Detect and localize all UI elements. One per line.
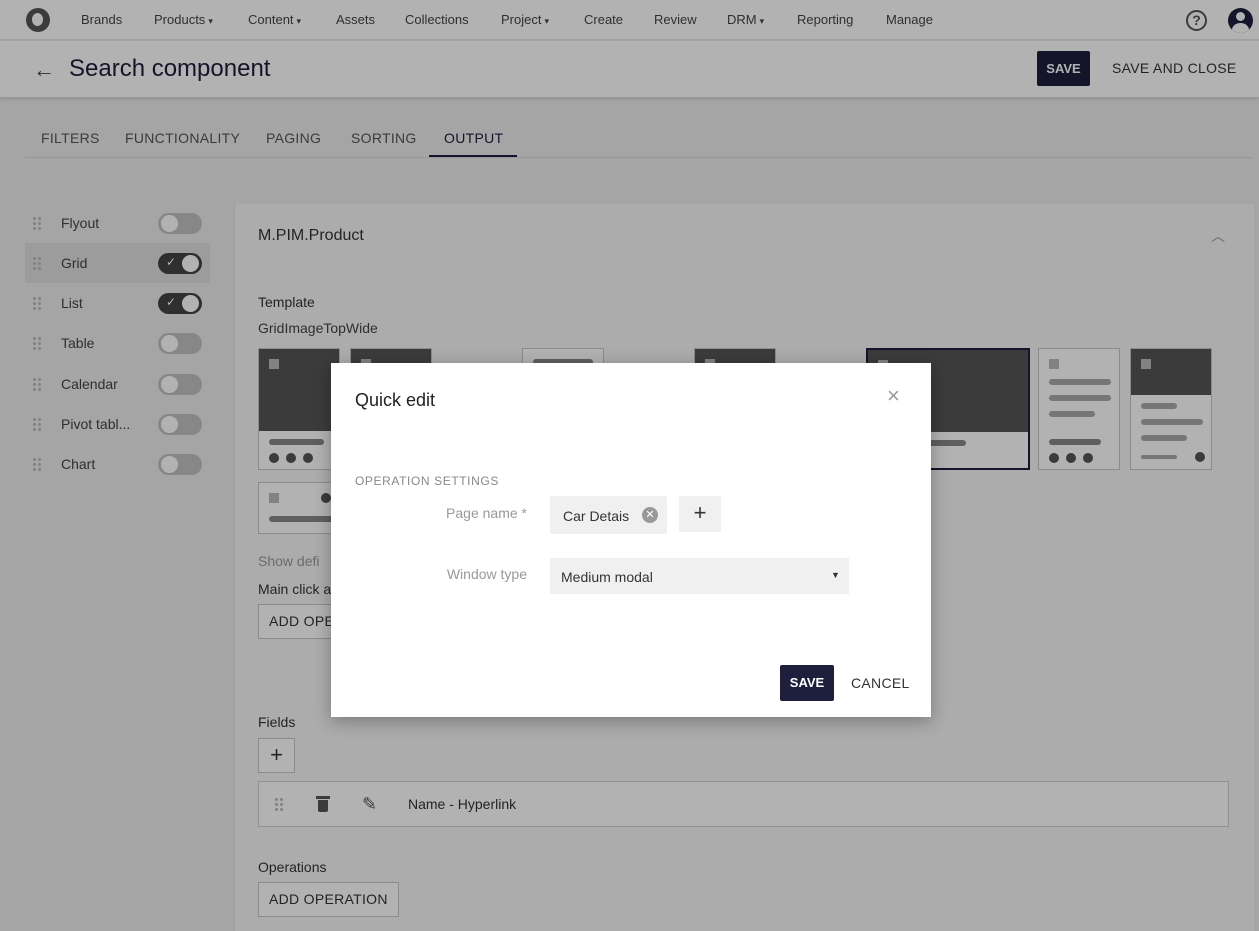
page-name-value: Car Detais (563, 508, 630, 524)
window-type-select[interactable]: Medium modal ▼ (550, 558, 849, 594)
quick-edit-dialog: Quick edit × OPERATION SETTINGS Page nam… (331, 363, 931, 717)
section-heading: OPERATION SETTINGS (355, 474, 499, 488)
dialog-save-button[interactable]: SAVE (780, 665, 834, 701)
window-type-label: Window type (446, 566, 527, 582)
window-type-value: Medium modal (561, 569, 653, 585)
close-icon[interactable]: × (887, 385, 900, 407)
chevron-down-icon: ▼ (831, 570, 840, 580)
remove-chip-icon[interactable]: ✕ (642, 507, 658, 523)
dialog-title: Quick edit (355, 390, 436, 410)
page-name-chip[interactable]: Car Detais ✕ (550, 496, 667, 534)
dialog-cancel-button[interactable]: CANCEL (851, 675, 910, 691)
page-name-label: Page name * (446, 505, 527, 521)
add-page-button[interactable]: + (679, 496, 721, 532)
